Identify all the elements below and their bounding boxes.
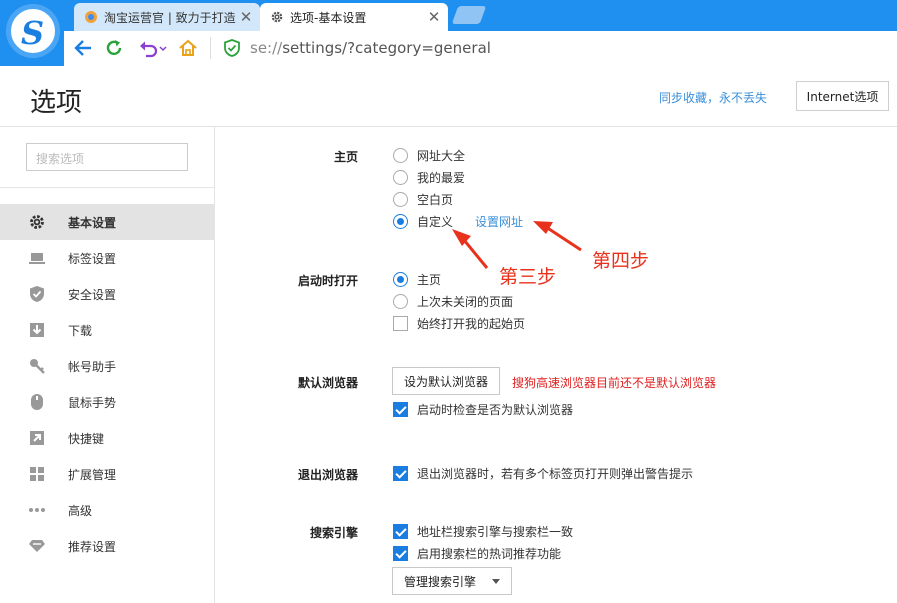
step4-arrow	[533, 221, 582, 252]
step3-annotation: 第三步	[499, 266, 557, 288]
step4-annotation: 第四步	[592, 250, 650, 272]
annotation-arrows	[452, 221, 582, 269]
step3-arrow	[452, 229, 489, 269]
